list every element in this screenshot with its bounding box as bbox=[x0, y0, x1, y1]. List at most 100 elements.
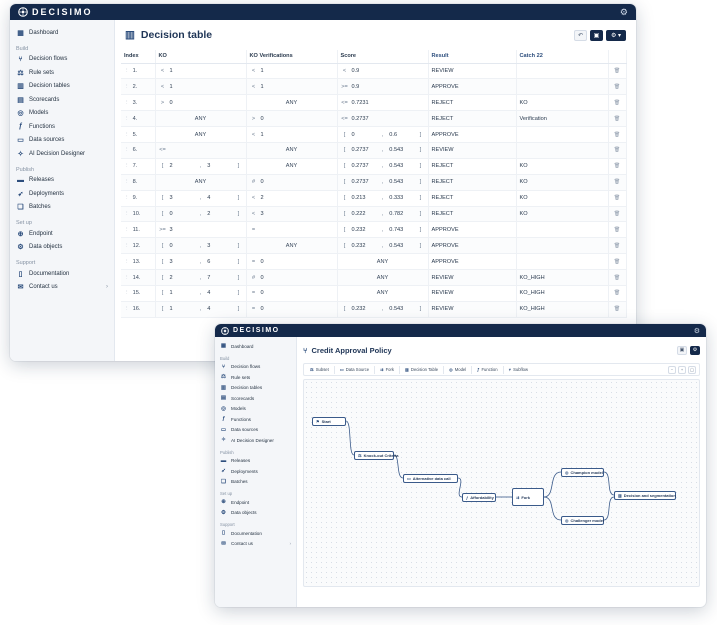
trash-icon[interactable]: 🗑 bbox=[614, 147, 620, 153]
result-cell[interactable]: REJECT bbox=[428, 206, 517, 223]
flow-node-affordability[interactable]: ƒ Affordability bbox=[462, 493, 496, 502]
sidebar-item-endpoint[interactable]: ⊕ Endpoint bbox=[10, 227, 114, 241]
trash-icon[interactable]: 🗑 bbox=[614, 100, 620, 106]
catch22-cell[interactable]: KO_HIGH bbox=[516, 269, 609, 286]
sidebar-item-data-objects[interactable]: ⚙ Data objects bbox=[10, 241, 114, 255]
ko-cell[interactable]: <1 bbox=[155, 78, 247, 96]
score-cell[interactable]: [0.213, 0.333] bbox=[337, 190, 429, 207]
score-cell[interactable]: ANY bbox=[337, 285, 429, 302]
ko-verifications-cell[interactable]: <1 bbox=[246, 63, 338, 80]
sidebar-item-batches[interactable]: ❏ Batches bbox=[215, 477, 296, 488]
ko-verifications-cell[interactable]: >0 bbox=[246, 110, 338, 128]
ko-verifications-cell[interactable]: = 0 bbox=[246, 285, 338, 302]
sidebar-item-scorecards[interactable]: ▤ Scorecards bbox=[10, 93, 114, 107]
sidebar-item-decision-tables[interactable]: ▥ Decision tables bbox=[215, 383, 296, 394]
trash-icon[interactable]: 🗑 bbox=[614, 163, 620, 169]
ko-cell[interactable]: [0, 2] bbox=[155, 206, 247, 223]
sidebar-item-contact[interactable]: ✉ Contact us › bbox=[215, 539, 296, 550]
drag-handle-icon[interactable]: ⋮ bbox=[124, 163, 130, 169]
catch22-cell[interactable] bbox=[516, 253, 609, 271]
trash-icon[interactable]: 🗑 bbox=[614, 243, 620, 249]
ko-cell[interactable]: <1 bbox=[155, 63, 247, 80]
sidebar-item-releases[interactable]: ▬ Releases bbox=[215, 456, 296, 467]
catch22-cell[interactable] bbox=[516, 63, 609, 80]
flow-node-champion-model[interactable]: ◎ Champion model bbox=[561, 468, 604, 477]
score-cell[interactable]: <0.9 bbox=[337, 63, 429, 80]
undo-button[interactable]: ↶ bbox=[574, 29, 587, 41]
score-cell[interactable]: [0.2737, 0.543] bbox=[337, 174, 429, 191]
drag-handle-icon[interactable]: ⋮ bbox=[124, 275, 130, 281]
ko-cell[interactable]: ANY bbox=[155, 126, 247, 143]
trash-icon[interactable]: 🗑 bbox=[614, 275, 620, 281]
catch22-cell[interactable]: KO bbox=[516, 190, 609, 207]
sidebar-item-dashboard[interactable]: ▦ Dashboard bbox=[215, 341, 296, 352]
fit-view-icon[interactable]: ◯ bbox=[688, 365, 696, 374]
score-cell[interactable]: [0.232, 0.543] bbox=[337, 237, 429, 255]
ko-cell[interactable]: ANY bbox=[155, 174, 247, 191]
score-cell[interactable]: >= 0.9 bbox=[337, 78, 429, 96]
tool-fork[interactable]: ⇉ Fork bbox=[377, 366, 397, 373]
sidebar-item-deployments[interactable]: ➶ Deployments bbox=[215, 466, 296, 477]
zoom-in-icon[interactable]: + bbox=[678, 365, 686, 374]
sidebar-item-ai-designer[interactable]: ✧ AI Decision Designer bbox=[10, 147, 114, 161]
ko-cell[interactable]: >= 3 bbox=[155, 221, 247, 239]
ko-verifications-cell[interactable]: = 0 bbox=[246, 253, 338, 271]
drag-handle-icon[interactable]: ⋮ bbox=[124, 132, 130, 138]
tool-model[interactable]: ◎ Model bbox=[446, 366, 469, 373]
score-cell[interactable]: [0, 0.6] bbox=[337, 126, 429, 143]
ko-cell[interactable]: <= bbox=[155, 142, 247, 159]
result-cell[interactable]: APPROVE bbox=[428, 221, 517, 239]
result-cell[interactable]: REJECT bbox=[428, 110, 517, 128]
score-cell[interactable]: ANY bbox=[337, 253, 429, 271]
flow-node-fork[interactable]: ⇉ Fork bbox=[512, 488, 544, 506]
ko-cell[interactable]: ANY bbox=[155, 110, 247, 128]
result-cell[interactable]: REJECT bbox=[428, 190, 517, 207]
drag-handle-icon[interactable]: ⋮ bbox=[124, 290, 130, 296]
catch22-cell[interactable]: KO bbox=[516, 94, 609, 112]
result-cell[interactable]: REVIEW bbox=[428, 142, 517, 159]
sidebar-item-batches[interactable]: ❏ Batches bbox=[10, 201, 114, 215]
trash-icon[interactable]: 🗑 bbox=[614, 259, 620, 265]
trash-icon[interactable]: 🗑 bbox=[614, 306, 620, 312]
score-cell[interactable]: [0.2737, 0.543] bbox=[337, 158, 429, 175]
sidebar-item-endpoint[interactable]: ⊕ Endpoint bbox=[215, 497, 296, 508]
catch22-cell[interactable]: KO bbox=[516, 158, 609, 175]
settings-menu-button[interactable]: ⚙ ▾ bbox=[606, 29, 626, 41]
tool-subset[interactable]: ⚖ Subset bbox=[307, 366, 332, 373]
catch22-cell[interactable]: KO_HIGH bbox=[516, 301, 609, 318]
trash-icon[interactable]: 🗑 bbox=[614, 195, 620, 201]
sidebar-item-models[interactable]: ◎ Models bbox=[10, 107, 114, 121]
ko-cell[interactable]: [1, 4] bbox=[155, 285, 247, 302]
catch22-cell[interactable]: KO_HIGH bbox=[516, 285, 609, 302]
catch22-cell[interactable] bbox=[516, 221, 609, 239]
result-cell[interactable]: REJECT bbox=[428, 94, 517, 112]
drag-handle-icon[interactable]: ⋮ bbox=[124, 195, 130, 201]
sidebar-item-documentation[interactable]: ▯ Documentation bbox=[10, 267, 114, 281]
result-cell[interactable]: REVIEW bbox=[428, 301, 517, 318]
score-cell[interactable]: [0.232, 0.543] bbox=[337, 301, 429, 318]
flow-node-knockout-criteria[interactable]: ⚖ Knock-out Criteria bbox=[354, 451, 399, 460]
column-header-catch22[interactable]: Catch 22 bbox=[516, 50, 609, 64]
result-cell[interactable]: APPROVE bbox=[428, 237, 517, 255]
settings-button[interactable]: ⚙ bbox=[690, 345, 700, 355]
result-cell[interactable]: REJECT bbox=[428, 158, 517, 175]
drag-handle-icon[interactable]: ⋮ bbox=[124, 306, 130, 312]
tool-function[interactable]: ƒ Function bbox=[474, 366, 500, 373]
drag-handle-icon[interactable]: ⋮ bbox=[124, 68, 130, 74]
ko-verifications-cell[interactable]: ANY bbox=[246, 158, 338, 175]
catch22-cell[interactable]: KO bbox=[516, 174, 609, 191]
sidebar-item-data-sources[interactable]: ▭ Data sources bbox=[10, 134, 114, 148]
tool-decision-table[interactable]: ▥ Decision Table bbox=[402, 366, 441, 373]
trash-icon[interactable]: 🗑 bbox=[614, 132, 620, 138]
ko-verifications-cell[interactable]: ANY bbox=[246, 237, 338, 255]
column-header-score[interactable]: Score bbox=[337, 50, 429, 64]
drag-handle-icon[interactable]: ⋮ bbox=[124, 211, 130, 217]
score-cell[interactable]: [0.222, 0.782] bbox=[337, 206, 429, 223]
trash-icon[interactable]: 🗑 bbox=[614, 211, 620, 217]
ko-verifications-cell[interactable]: <1 bbox=[246, 126, 338, 143]
catch22-cell[interactable]: KO bbox=[516, 206, 609, 223]
ko-cell[interactable]: [0, 3] bbox=[155, 237, 247, 255]
drag-handle-icon[interactable]: ⋮ bbox=[124, 227, 130, 233]
ko-verifications-cell[interactable]: <1 bbox=[246, 78, 338, 96]
ko-cell[interactable]: [3, 4] bbox=[155, 190, 247, 207]
